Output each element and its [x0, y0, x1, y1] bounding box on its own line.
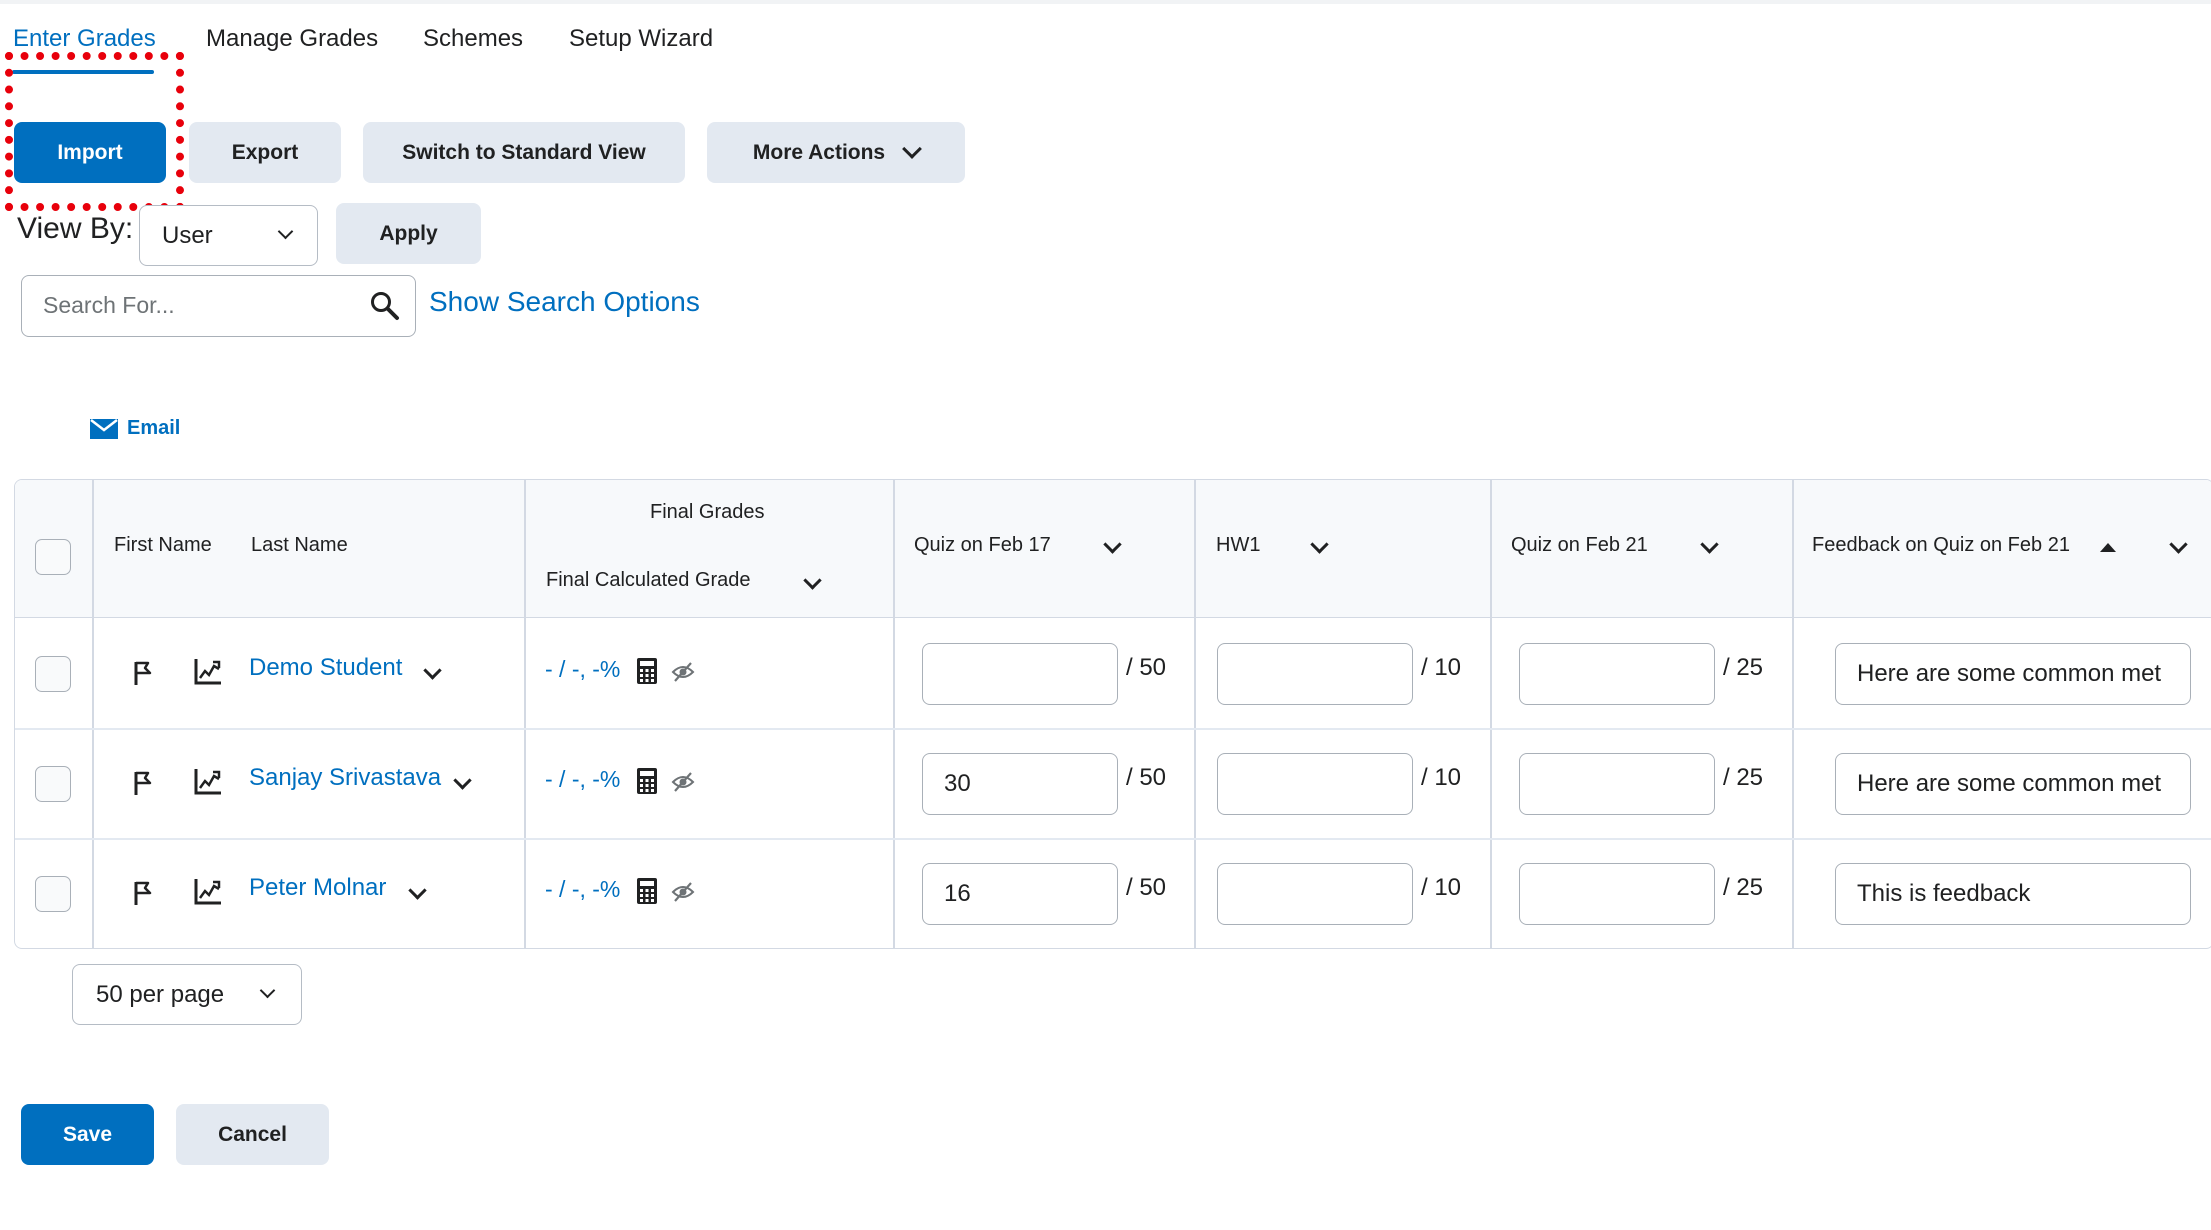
- hw1-grade-input[interactable]: [1217, 643, 1413, 705]
- tab-manage-grades[interactable]: Manage Grades: [206, 22, 378, 56]
- more-actions-button[interactable]: More Actions: [707, 122, 965, 183]
- quiz-feb17-max: / 50: [1126, 654, 1167, 681]
- show-search-options-link[interactable]: Show Search Options: [429, 286, 700, 318]
- apply-label: Apply: [379, 221, 438, 245]
- flag-icon[interactable]: [128, 658, 158, 688]
- hidden-eye-icon[interactable]: [671, 880, 695, 904]
- student-name-link[interactable]: Sanjay Srivastava: [249, 764, 441, 792]
- statistics-icon[interactable]: [193, 766, 223, 796]
- tab-enter-grades[interactable]: Enter Grades: [13, 22, 156, 56]
- feedback-input[interactable]: [1835, 643, 2191, 705]
- statistics-icon[interactable]: [193, 876, 223, 906]
- search-icon[interactable]: [369, 290, 401, 322]
- quiz-feb21-header[interactable]: Quiz on Feb 21: [1511, 534, 1648, 557]
- sort-ascending-icon[interactable]: [2100, 543, 2116, 552]
- hw1-header[interactable]: HW1: [1216, 534, 1260, 557]
- chevron-down-icon: [277, 223, 294, 240]
- row-checkbox[interactable]: [35, 656, 71, 692]
- quiz-feb17-header[interactable]: Quiz on Feb 17: [914, 534, 1051, 557]
- quiz-feb17-grade-input[interactable]: [922, 643, 1118, 705]
- import-button[interactable]: Import: [14, 122, 166, 183]
- search-input[interactable]: [22, 276, 352, 335]
- email-label: Email: [127, 417, 181, 439]
- feedback-input[interactable]: [1835, 753, 2191, 815]
- quiz-feb17-grade-input[interactable]: [922, 753, 1118, 815]
- hw1-max: / 10: [1421, 654, 1462, 681]
- export-button[interactable]: Export: [189, 122, 341, 183]
- save-button[interactable]: Save: [21, 1104, 154, 1165]
- import-label: Import: [57, 140, 123, 164]
- student-name-link[interactable]: Peter Molnar: [249, 874, 386, 902]
- email-button[interactable]: Email: [90, 417, 180, 440]
- last-name-header[interactable]: Last Name: [251, 534, 348, 557]
- column-divider: [1792, 480, 1794, 948]
- active-tab-indicator: [12, 70, 154, 74]
- calculator-icon[interactable]: [636, 877, 658, 905]
- export-label: Export: [231, 140, 299, 164]
- row-checkbox[interactable]: [35, 876, 71, 912]
- row-divider: [15, 728, 2211, 730]
- final-calculated-grade-header[interactable]: Final Calculated Grade: [546, 569, 751, 592]
- hw1-max: / 10: [1421, 874, 1462, 901]
- column-divider: [1490, 480, 1492, 948]
- hw1-grade-input[interactable]: [1217, 753, 1413, 815]
- final-grades-header: Final Grades: [650, 501, 765, 523]
- chevron-down-icon: [902, 138, 923, 159]
- chevron-down-icon: [259, 982, 276, 999]
- chevron-down-icon[interactable]: [423, 661, 442, 680]
- grades-table: First Name Last Name Final Grades Final …: [14, 479, 2211, 949]
- final-grade-value[interactable]: - / -, -%: [545, 656, 620, 683]
- quiz-feb21-max: / 25: [1723, 874, 1764, 901]
- view-by-label: View By:: [17, 212, 134, 245]
- final-grade-value[interactable]: - / -, -%: [545, 766, 620, 793]
- tab-setup-wizard[interactable]: Setup Wizard: [569, 22, 713, 56]
- flag-icon[interactable]: [128, 878, 158, 908]
- save-label: Save: [62, 1122, 113, 1146]
- select-all-checkbox[interactable]: [35, 539, 71, 575]
- quiz-feb21-grade-input[interactable]: [1519, 643, 1715, 705]
- switch-to-standard-view-button[interactable]: Switch to Standard View: [363, 122, 685, 183]
- chevron-down-icon[interactable]: [453, 771, 472, 790]
- cancel-button[interactable]: Cancel: [176, 1104, 329, 1165]
- per-page-select[interactable]: 50 per page: [72, 964, 302, 1025]
- flag-icon[interactable]: [128, 768, 158, 798]
- quiz-feb21-max: / 25: [1723, 764, 1764, 791]
- hidden-eye-icon[interactable]: [671, 770, 695, 794]
- row-divider: [15, 838, 2211, 840]
- per-page-value: 50 per page: [96, 980, 225, 1008]
- feedback-feb21-header[interactable]: Feedback on Quiz on Feb 21: [1812, 534, 2070, 557]
- top-border: [0, 0, 2211, 4]
- view-by-value: User: [162, 221, 213, 249]
- switch-view-label: Switch to Standard View: [402, 140, 646, 164]
- search-box: [21, 275, 416, 337]
- tab-schemes[interactable]: Schemes: [423, 22, 523, 56]
- first-name-header[interactable]: First Name: [114, 534, 212, 557]
- envelope-icon: [90, 418, 118, 439]
- view-by-select[interactable]: User: [139, 205, 318, 266]
- row-checkbox[interactable]: [35, 766, 71, 802]
- apply-button[interactable]: Apply: [336, 203, 481, 264]
- hidden-eye-icon[interactable]: [671, 660, 695, 684]
- calculator-icon[interactable]: [636, 657, 658, 685]
- hw1-grade-input[interactable]: [1217, 863, 1413, 925]
- more-actions-label: More Actions: [752, 140, 886, 164]
- cancel-label: Cancel: [218, 1122, 287, 1146]
- quiz-feb17-max: / 50: [1126, 874, 1167, 901]
- chevron-down-icon[interactable]: [408, 881, 427, 900]
- quiz-feb21-grade-input[interactable]: [1519, 753, 1715, 815]
- column-divider: [893, 480, 895, 948]
- hw1-max: / 10: [1421, 764, 1462, 791]
- student-name-link[interactable]: Demo Student: [249, 654, 402, 682]
- feedback-input[interactable]: [1835, 863, 2191, 925]
- quiz-feb21-max: / 25: [1723, 654, 1764, 681]
- quiz-feb17-max: / 50: [1126, 764, 1167, 791]
- final-grade-value[interactable]: - / -, -%: [545, 876, 620, 903]
- quiz-feb17-grade-input[interactable]: [922, 863, 1118, 925]
- quiz-feb21-grade-input[interactable]: [1519, 863, 1715, 925]
- calculator-icon[interactable]: [636, 767, 658, 795]
- column-divider: [92, 480, 94, 948]
- column-divider: [524, 480, 526, 948]
- column-divider: [1194, 480, 1196, 948]
- statistics-icon[interactable]: [193, 656, 223, 686]
